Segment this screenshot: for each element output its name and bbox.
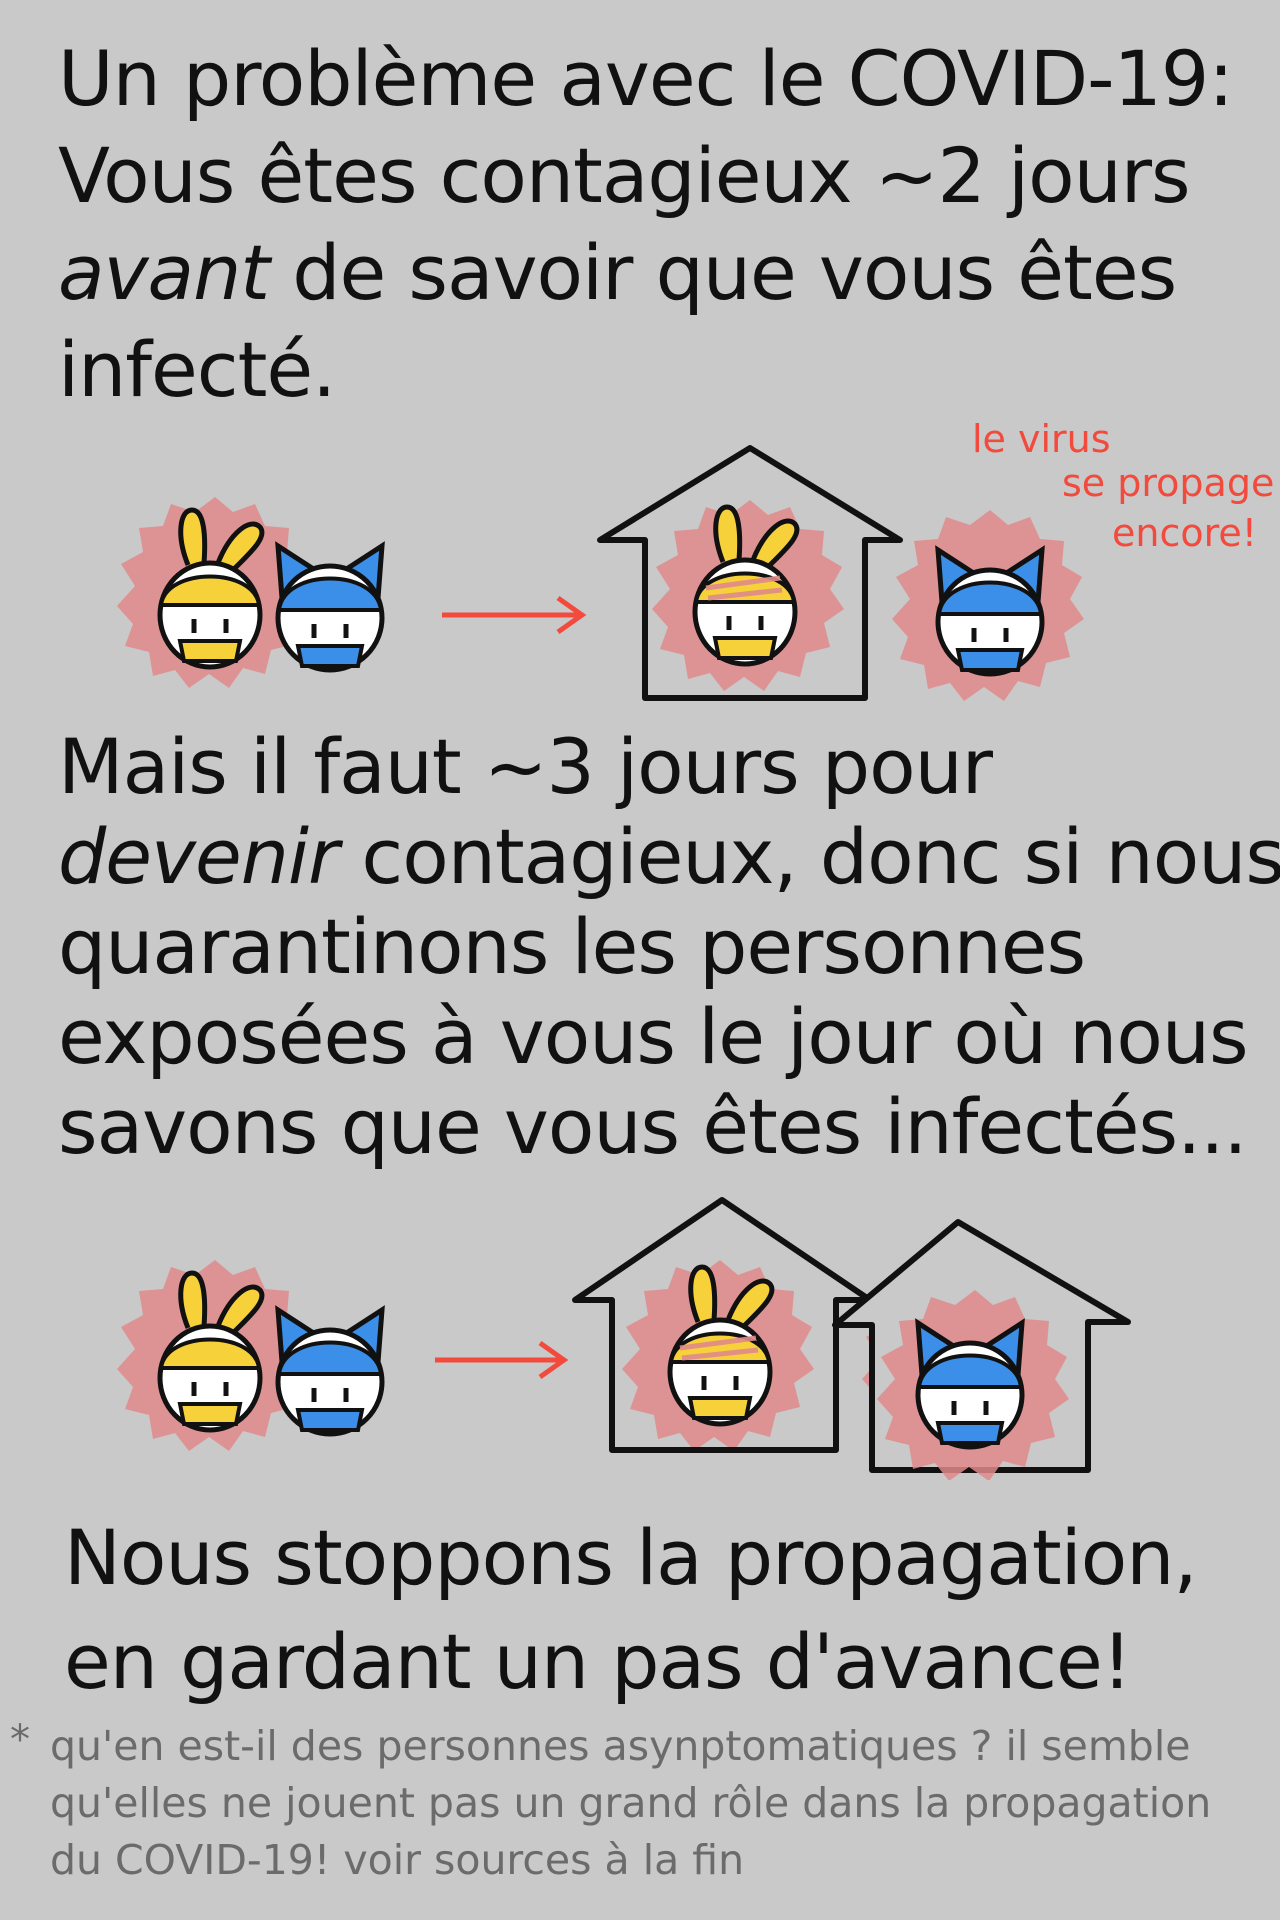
middle-line-2: devenir contagieux, donc si nous <box>58 812 1280 902</box>
quarantined-blue-cat-character-icon <box>918 1323 1022 1447</box>
virus-note-line-1: le virus <box>972 417 1111 461</box>
intro-line-3-rest: de savoir que vous êtes <box>269 228 1177 317</box>
conclusion-line-2: en gardant un pas d'avance! <box>64 1617 1132 1706</box>
footnote-line-2: qu'elles ne jouent pas un grand rôle dan… <box>50 1779 1212 1827</box>
footnote: * qu'en est-il des personnes asynptomati… <box>10 1717 1270 1889</box>
arrow-icon <box>442 595 587 635</box>
conclusion-line-1: Nous stoppons la propagation, <box>64 1513 1198 1602</box>
footnote-asterisk: * <box>10 1717 30 1763</box>
middle-emphasis: devenir <box>58 812 339 901</box>
intro-line-1: Un problème avec le COVID-19: <box>58 34 1234 123</box>
middle-line-3: quarantinons les personnes <box>58 902 1086 991</box>
intro-line-3: avant de savoir que vous êtes <box>58 224 1238 321</box>
middle-line-1: Mais il faut ~3 jours pour <box>58 722 993 811</box>
middle-line-2-rest: contagieux, donc si nous <box>338 812 1280 901</box>
middle-text: Mais il faut ~3 jours pour devenir conta… <box>58 722 1280 1172</box>
blue-cat-character-icon <box>278 1310 382 1434</box>
footnote-line-1: qu'en est-il des personnes asynptomatiqu… <box>50 1722 1191 1770</box>
conclusion-text: Nous stoppons la propagation, en gardant… <box>64 1506 1244 1714</box>
arrow-icon <box>435 1340 569 1380</box>
virus-note-line-3: encore! <box>1112 511 1258 555</box>
free-blue-cat-character-icon <box>938 550 1042 674</box>
virus-note-line-2: se propage <box>1062 461 1275 505</box>
intro-text: Un problème avec le COVID-19: Vous êtes … <box>58 30 1238 418</box>
intro-line-4: infecté. <box>58 325 336 414</box>
footnote-line-3: du COVID-19! voir sources à la fin <box>50 1836 745 1884</box>
blue-cat-character-icon <box>278 546 382 670</box>
intro-line-2: Vous êtes contagieux ~2 jours <box>58 131 1191 220</box>
intro-emphasis: avant <box>58 228 270 317</box>
middle-line-4: exposées à vous le jour où nous <box>58 992 1249 1081</box>
panel-2-illustration <box>117 1197 1131 1480</box>
middle-line-5: savons que vous êtes infectés... <box>58 1082 1248 1171</box>
